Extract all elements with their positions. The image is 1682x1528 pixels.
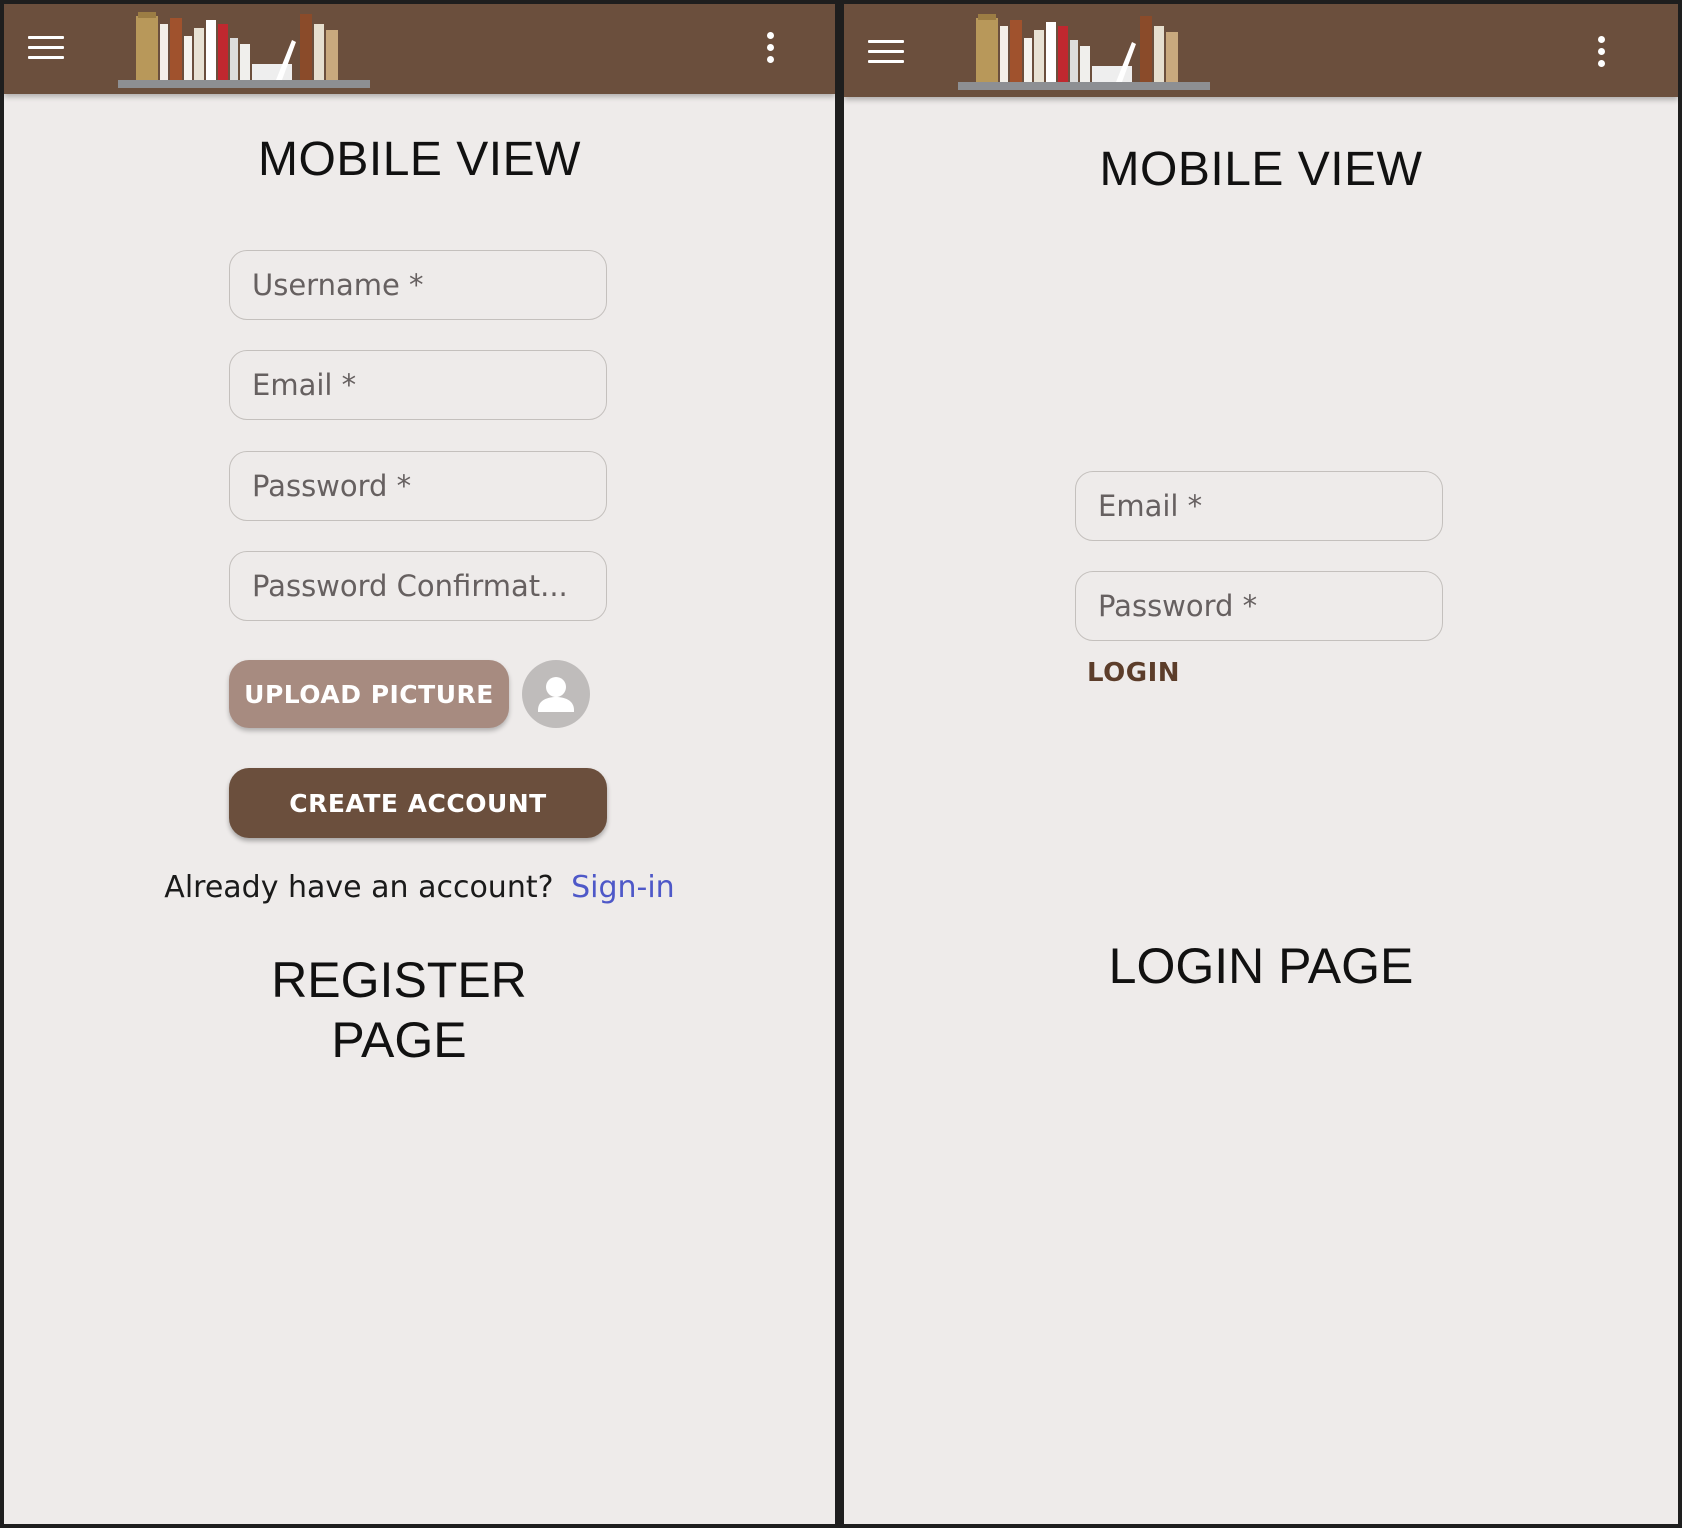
- create-account-button[interactable]: CREATE ACCOUNT: [229, 768, 607, 838]
- upload-picture-button[interactable]: UPLOAD PICTURE: [229, 660, 509, 728]
- page-title: MOBILE VIEW: [258, 133, 581, 186]
- caption-line-1: REGISTER: [271, 952, 527, 1008]
- vertical-dots-icon[interactable]: [1594, 36, 1608, 72]
- signin-prompt: Already have an account? Sign-in: [4, 870, 835, 905]
- password-placeholder: Password *: [252, 469, 412, 503]
- email-field[interactable]: Email *: [1075, 471, 1443, 541]
- password-field[interactable]: Password *: [229, 451, 607, 521]
- app-bar: [4, 4, 835, 94]
- person-avatar-icon: [522, 660, 590, 728]
- email-placeholder: Email *: [252, 368, 357, 402]
- vertical-dots-icon[interactable]: [763, 32, 777, 68]
- email-field[interactable]: Email *: [229, 350, 607, 420]
- login-page-caption: LOGIN PAGE: [1108, 938, 1414, 994]
- password-field[interactable]: Password *: [1075, 571, 1443, 641]
- bookshelf-logo: [958, 14, 1210, 90]
- sign-in-link[interactable]: Sign-in: [571, 870, 675, 905]
- caption-line-2: PAGE: [331, 1012, 467, 1068]
- register-page-caption: REGISTER PAGE: [199, 950, 599, 1070]
- password-confirmation-placeholder: Password Confirmat...: [252, 569, 568, 603]
- register-screen: MOBILE VIEW Username * Email * Password …: [4, 4, 835, 1524]
- already-have-account-text: Already have an account?: [164, 870, 554, 905]
- username-field[interactable]: Username *: [229, 250, 607, 320]
- password-placeholder: Password *: [1098, 589, 1258, 623]
- bookshelf-logo: [118, 12, 370, 88]
- email-placeholder: Email *: [1098, 489, 1203, 523]
- screenshot-canvas: MOBILE VIEW Username * Email * Password …: [0, 0, 1682, 1528]
- app-bar: [844, 4, 1678, 97]
- login-screen: MOBILE VIEW Email * Password * LOGIN LOG…: [844, 4, 1678, 1524]
- username-placeholder: Username *: [252, 268, 424, 302]
- page-title: MOBILE VIEW: [1099, 143, 1423, 196]
- hamburger-menu-icon[interactable]: [868, 40, 904, 68]
- login-button[interactable]: LOGIN: [1087, 658, 1180, 688]
- password-confirmation-field[interactable]: Password Confirmat...: [229, 551, 607, 621]
- hamburger-menu-icon[interactable]: [28, 36, 64, 64]
